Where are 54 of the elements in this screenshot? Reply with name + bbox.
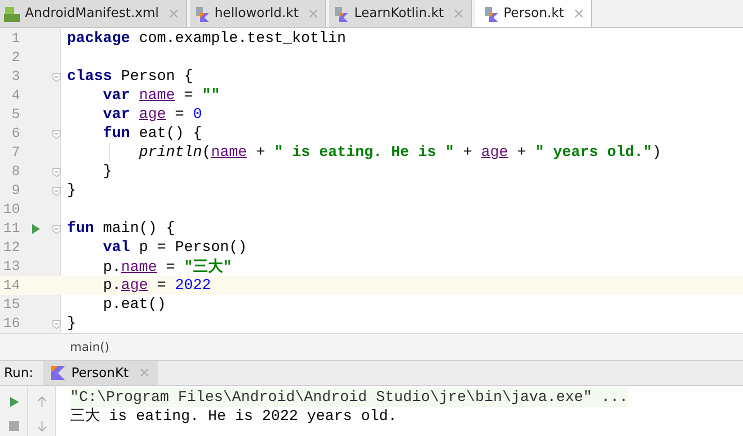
line-number: 9 bbox=[10, 182, 20, 198]
console-line: 三大 is eating. He is 2022 years old. bbox=[70, 407, 398, 426]
run-icon[interactable] bbox=[8, 396, 20, 408]
line-number: 5 bbox=[10, 106, 20, 122]
code-line: package com.example.test_kotlin bbox=[67, 30, 346, 47]
code-line: var age = 0 bbox=[102, 106, 202, 123]
fold-icon[interactable] bbox=[52, 224, 61, 234]
stop-icon[interactable] bbox=[8, 420, 20, 432]
up-arrow-icon[interactable] bbox=[36, 396, 48, 408]
code-line: } bbox=[67, 182, 76, 199]
fold-icon[interactable] bbox=[52, 318, 61, 328]
line-number: 15 bbox=[2, 296, 20, 312]
file-tab[interactable]: AndroidManifest.xml × bbox=[0, 0, 187, 27]
line-number: 13 bbox=[2, 258, 20, 274]
run-label: Run: bbox=[3, 366, 34, 380]
code-line: fun eat() { bbox=[102, 125, 202, 142]
fold-icon[interactable] bbox=[52, 166, 61, 176]
line-number: 1 bbox=[10, 30, 20, 46]
file-tab[interactable]: Person.kt × bbox=[474, 0, 592, 27]
line-number: 7 bbox=[10, 144, 20, 160]
code-line: p.eat() bbox=[102, 296, 166, 313]
kotlin-file-icon bbox=[333, 6, 350, 22]
code-line: println(name + " is eating. He is " + age + " years old.") bbox=[138, 144, 662, 161]
code-line: val p = Person() bbox=[102, 239, 248, 256]
kotlin-icon bbox=[51, 366, 66, 380]
code-line: class Person { bbox=[67, 68, 194, 85]
code-line: var name = "" bbox=[102, 87, 220, 104]
line-number: 2 bbox=[10, 50, 20, 66]
code-line: p.name = "三大" bbox=[102, 257, 232, 276]
code-line: p.age = 2022 bbox=[102, 277, 212, 294]
code-line: } bbox=[102, 163, 112, 180]
line-number: 4 bbox=[10, 88, 20, 104]
file-tab[interactable]: LearnKotlin.kt × bbox=[329, 0, 472, 27]
run-icon[interactable] bbox=[31, 222, 41, 234]
line-number: 10 bbox=[2, 202, 20, 218]
line-number: 12 bbox=[2, 240, 20, 256]
breadcrumb[interactable]: main() bbox=[70, 340, 110, 354]
line-number: 11 bbox=[2, 220, 20, 236]
line-number: 8 bbox=[10, 164, 20, 180]
line-number: 14 bbox=[2, 278, 20, 294]
kotlin-file-icon bbox=[194, 6, 210, 22]
fold-icon[interactable] bbox=[52, 72, 61, 82]
line-number: 6 bbox=[10, 126, 20, 142]
manifest-file-icon bbox=[4, 6, 20, 22]
run-tab[interactable]: PersonKt × bbox=[43, 361, 158, 385]
fold-icon[interactable] bbox=[52, 186, 61, 196]
line-number: 16 bbox=[2, 316, 20, 332]
file-tab[interactable]: helloworld.kt × bbox=[190, 0, 326, 27]
line-number: 3 bbox=[10, 68, 20, 84]
kotlin-file-icon bbox=[482, 6, 498, 22]
down-arrow-icon[interactable] bbox=[36, 420, 48, 432]
fold-icon[interactable] bbox=[52, 128, 61, 138]
code-line: fun main() { bbox=[67, 220, 176, 237]
code-line: } bbox=[67, 315, 76, 332]
